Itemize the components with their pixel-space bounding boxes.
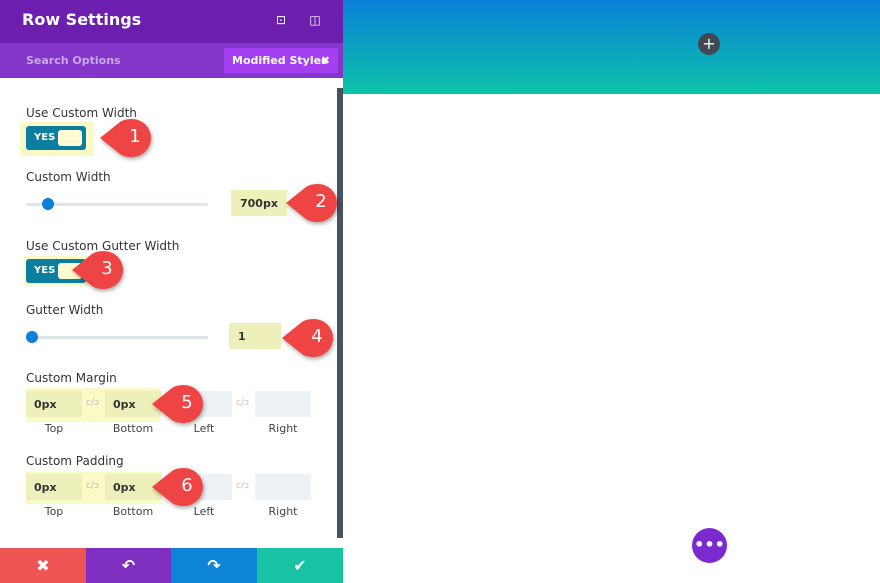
gutter-width-input[interactable]: 1 [229,323,281,349]
callout-number: 3 [101,258,113,279]
top-label: Top [44,422,64,435]
link-icon[interactable]: c/ɔ [86,481,99,491]
custom-padding-label: Custom Padding [26,454,124,468]
focus-icon[interactable]: ⊡ [274,13,288,27]
callout-marker: 1 [98,118,154,158]
modified-styles-label: Modified Styles [232,54,328,67]
custom-width-slider[interactable] [26,198,208,210]
callout-number: 1 [129,126,141,147]
custom-width-input[interactable]: 700px [231,190,287,216]
scrollbar[interactable] [337,88,343,538]
sidebar-toggle-icon[interactable]: ◫ [308,13,322,27]
cancel-button[interactable]: ✖ [0,548,86,583]
redo-button[interactable]: ↷ [171,548,257,583]
callout-marker: 6 [150,467,206,507]
callout-number: 6 [181,475,193,496]
toggle-state: YES [34,265,56,276]
gutter-width-slider[interactable] [26,331,208,343]
callout-marker: 3 [70,250,126,290]
right-label: Right [268,422,298,435]
callout-number: 5 [181,392,193,413]
modified-styles-filter[interactable]: Modified Styles ✖ [224,48,338,73]
use-custom-width-toggle[interactable]: YES [26,126,86,150]
save-button[interactable]: ✔ [257,548,343,583]
top-label: Top [44,505,64,518]
padding-top-input[interactable]: 0px [26,474,82,500]
margin-right-input[interactable] [255,391,311,417]
more-options-button[interactable]: ••• [692,528,727,563]
panel-header: Row Settings ⊡ ◫ [0,0,343,43]
link-icon[interactable]: c/ɔ [236,481,249,491]
slider-thumb[interactable] [26,331,38,343]
gutter-width-label: Gutter Width [26,303,104,317]
custom-margin-label: Custom Margin [26,371,117,385]
callout-number: 2 [315,191,327,212]
tab-bar: Search Options Modified Styles ✖ [0,43,343,78]
slider-thumb[interactable] [42,198,54,210]
search-options-tab[interactable]: Search Options [26,54,121,67]
toggle-state: YES [34,132,56,143]
undo-button[interactable]: ↶ [86,548,171,583]
callout-marker: 5 [150,384,206,424]
add-module-button[interactable]: + [698,33,720,55]
link-icon[interactable]: c/ɔ [86,398,99,408]
custom-width-label: Custom Width [26,170,111,184]
right-label: Right [268,505,298,518]
row-section-preview [343,0,880,94]
padding-right-input[interactable] [255,474,311,500]
close-icon[interactable]: ✖ [321,54,330,67]
panel-title: Row Settings [22,10,142,29]
margin-top-input[interactable]: 0px [26,391,82,417]
callout-marker: 4 [280,318,336,358]
link-icon[interactable]: c/ɔ [236,398,249,408]
callout-number: 4 [311,326,323,347]
callout-marker: 2 [284,183,340,223]
